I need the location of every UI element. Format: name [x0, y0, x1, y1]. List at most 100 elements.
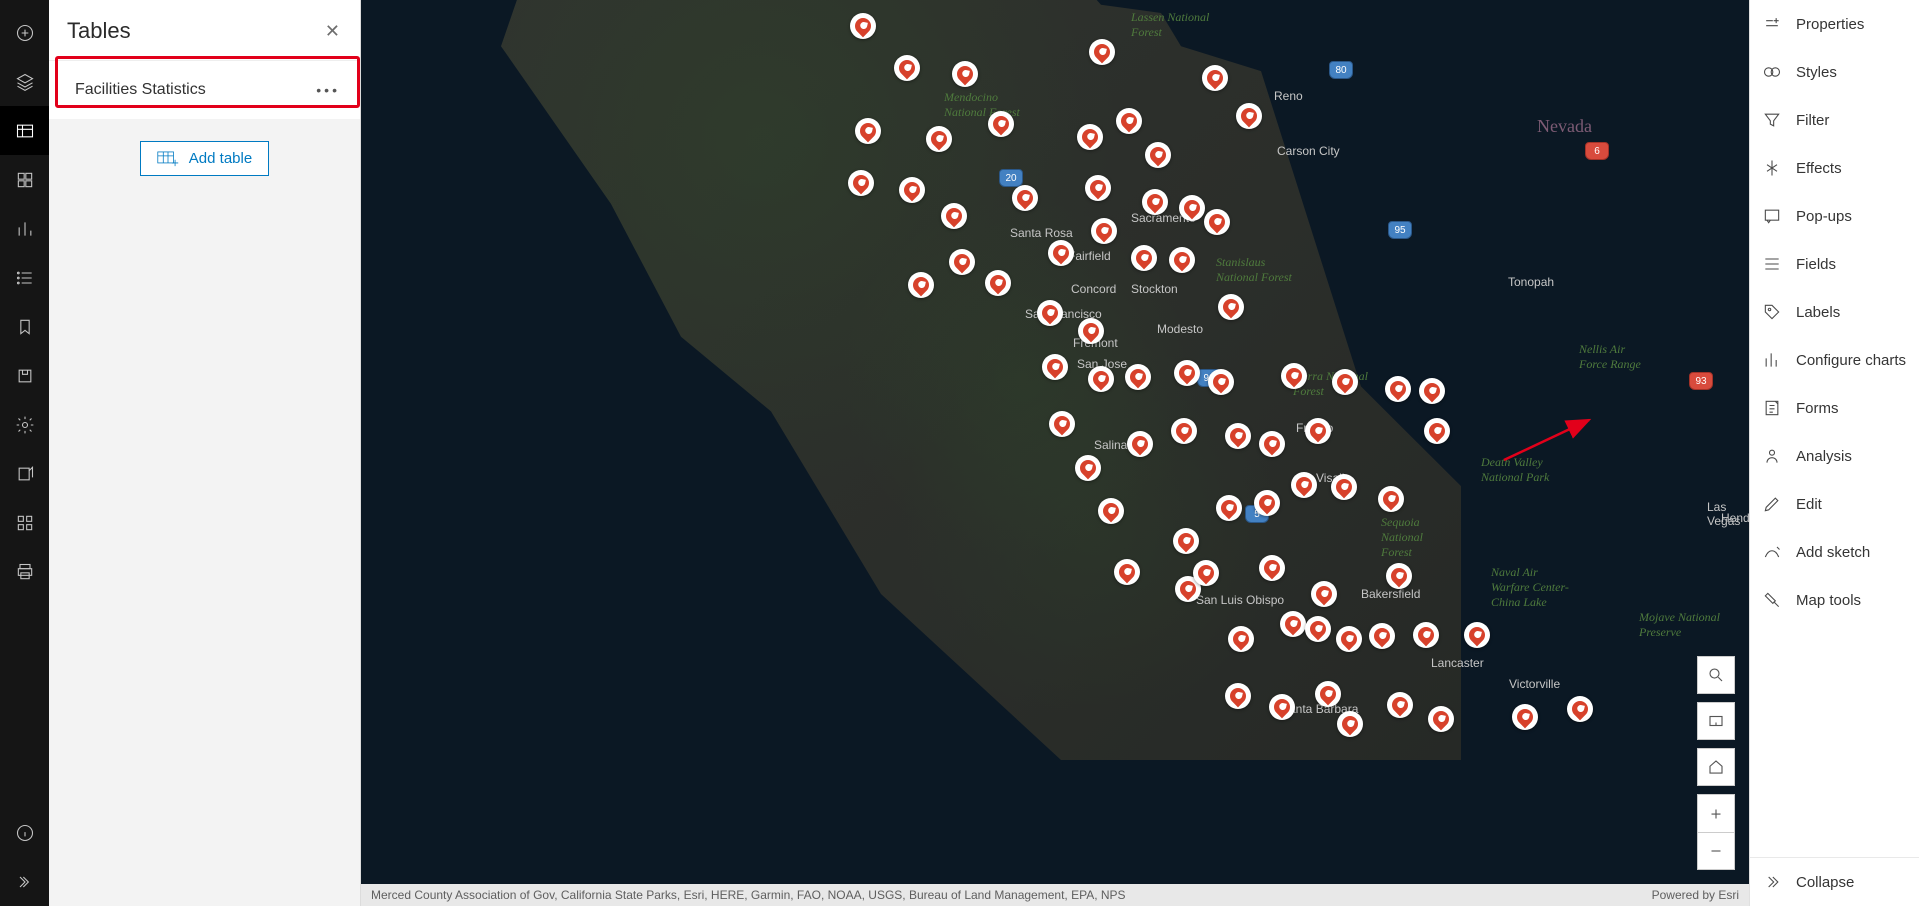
rp-analysis[interactable]: Analysis [1750, 432, 1919, 480]
table-item-facilities[interactable]: Facilities Statistics ••• [49, 61, 360, 119]
fire-marker-icon[interactable] [1315, 681, 1341, 707]
fire-marker-icon[interactable] [1225, 423, 1251, 449]
rp-styles[interactable]: Styles [1750, 48, 1919, 96]
fire-marker-icon[interactable] [1369, 623, 1395, 649]
rp-effects[interactable]: Effects [1750, 144, 1919, 192]
rp-configure-charts[interactable]: Configure charts [1750, 336, 1919, 384]
fire-marker-icon[interactable] [1204, 209, 1230, 235]
fire-marker-icon[interactable] [1236, 103, 1262, 129]
fire-marker-icon[interactable] [1387, 692, 1413, 718]
fire-marker-icon[interactable] [850, 13, 876, 39]
fire-marker-icon[interactable] [1305, 418, 1331, 444]
fire-marker-icon[interactable] [1088, 366, 1114, 392]
rp-forms[interactable]: Forms [1750, 384, 1919, 432]
fire-marker-icon[interactable] [1075, 455, 1101, 481]
fire-marker-icon[interactable] [1419, 378, 1445, 404]
fire-marker-icon[interactable] [1049, 411, 1075, 437]
rail-expand-icon[interactable] [0, 857, 49, 906]
fire-marker-icon[interactable] [1512, 704, 1538, 730]
fire-marker-icon[interactable] [848, 170, 874, 196]
rp-fields[interactable]: Fields [1750, 240, 1919, 288]
more-options-icon[interactable]: ••• [316, 82, 340, 98]
rail-basemap-icon[interactable] [0, 155, 49, 204]
rail-charts-icon[interactable] [0, 204, 49, 253]
fire-marker-icon[interactable] [1085, 175, 1111, 201]
fire-marker-icon[interactable] [1228, 626, 1254, 652]
fire-marker-icon[interactable] [1332, 369, 1358, 395]
fire-marker-icon[interactable] [1464, 622, 1490, 648]
fire-marker-icon[interactable] [1311, 581, 1337, 607]
fire-marker-icon[interactable] [855, 118, 881, 144]
rail-bookmark-icon[interactable] [0, 302, 49, 351]
fire-marker-icon[interactable] [1386, 563, 1412, 589]
rail-tables-icon[interactable] [0, 106, 49, 155]
fire-marker-icon[interactable] [908, 272, 934, 298]
fire-marker-icon[interactable] [1131, 245, 1157, 271]
fire-marker-icon[interactable] [941, 203, 967, 229]
rail-apps-icon[interactable] [0, 498, 49, 547]
rail-info-icon[interactable] [0, 808, 49, 857]
rail-save-icon[interactable] [0, 351, 49, 400]
zoom-in-icon[interactable] [1697, 794, 1735, 832]
fire-marker-icon[interactable] [1281, 363, 1307, 389]
fire-marker-icon[interactable] [1337, 711, 1363, 737]
fire-marker-icon[interactable] [1428, 706, 1454, 732]
fire-marker-icon[interactable] [1269, 694, 1295, 720]
fire-marker-icon[interactable] [1169, 247, 1195, 273]
rail-legend-icon[interactable] [0, 253, 49, 302]
fire-marker-icon[interactable] [1098, 498, 1124, 524]
zoom-out-icon[interactable] [1697, 832, 1735, 870]
rail-share-icon[interactable] [0, 449, 49, 498]
fire-marker-icon[interactable] [894, 55, 920, 81]
fire-marker-icon[interactable] [1202, 65, 1228, 91]
fire-marker-icon[interactable] [1280, 611, 1306, 637]
fire-marker-icon[interactable] [1567, 696, 1593, 722]
collapse-button[interactable]: Collapse [1750, 857, 1919, 906]
fire-marker-icon[interactable] [1218, 294, 1244, 320]
measure-icon[interactable] [1697, 702, 1735, 740]
rp-edit[interactable]: Edit [1750, 480, 1919, 528]
fire-marker-icon[interactable] [1385, 376, 1411, 402]
fire-marker-icon[interactable] [1142, 189, 1168, 215]
fire-marker-icon[interactable] [1413, 622, 1439, 648]
fire-marker-icon[interactable] [1037, 300, 1063, 326]
fire-marker-icon[interactable] [1378, 486, 1404, 512]
fire-marker-icon[interactable] [1174, 360, 1200, 386]
fire-marker-icon[interactable] [1179, 195, 1205, 221]
fire-marker-icon[interactable] [1259, 555, 1285, 581]
fire-marker-icon[interactable] [1116, 108, 1142, 134]
rail-add-icon[interactable] [0, 8, 49, 57]
fire-marker-icon[interactable] [899, 177, 925, 203]
fire-marker-icon[interactable] [1042, 354, 1068, 380]
fire-marker-icon[interactable] [988, 111, 1014, 137]
fire-marker-icon[interactable] [1091, 218, 1117, 244]
rail-print-icon[interactable] [0, 547, 49, 596]
fire-marker-icon[interactable] [1336, 626, 1362, 652]
fire-marker-icon[interactable] [1291, 472, 1317, 498]
rp-labels[interactable]: Labels [1750, 288, 1919, 336]
fire-marker-icon[interactable] [1193, 560, 1219, 586]
home-icon[interactable] [1697, 748, 1735, 786]
fire-marker-icon[interactable] [1171, 418, 1197, 444]
search-icon[interactable] [1697, 656, 1735, 694]
fire-marker-icon[interactable] [926, 126, 952, 152]
fire-marker-icon[interactable] [1078, 318, 1104, 344]
fire-marker-icon[interactable] [1089, 39, 1115, 65]
fire-marker-icon[interactable] [1254, 490, 1280, 516]
rp-add-sketch[interactable]: Add sketch [1750, 528, 1919, 576]
fire-marker-icon[interactable] [1208, 369, 1234, 395]
fire-marker-icon[interactable] [1424, 418, 1450, 444]
fire-marker-icon[interactable] [1114, 559, 1140, 585]
rp-map-tools[interactable]: Map tools [1750, 576, 1919, 624]
fire-marker-icon[interactable] [952, 61, 978, 87]
fire-marker-icon[interactable] [1145, 142, 1171, 168]
fire-marker-icon[interactable] [1216, 495, 1242, 521]
rp-pop-ups[interactable]: Pop-ups [1750, 192, 1919, 240]
fire-marker-icon[interactable] [1125, 364, 1151, 390]
rail-settings-icon[interactable] [0, 400, 49, 449]
fire-marker-icon[interactable] [1173, 528, 1199, 554]
add-table-button[interactable]: Add table [140, 141, 269, 176]
fire-marker-icon[interactable] [1259, 431, 1285, 457]
map-viewport[interactable]: RenoCarson CitySacramentoSanta RosaFairf… [361, 0, 1749, 906]
fire-marker-icon[interactable] [1305, 616, 1331, 642]
